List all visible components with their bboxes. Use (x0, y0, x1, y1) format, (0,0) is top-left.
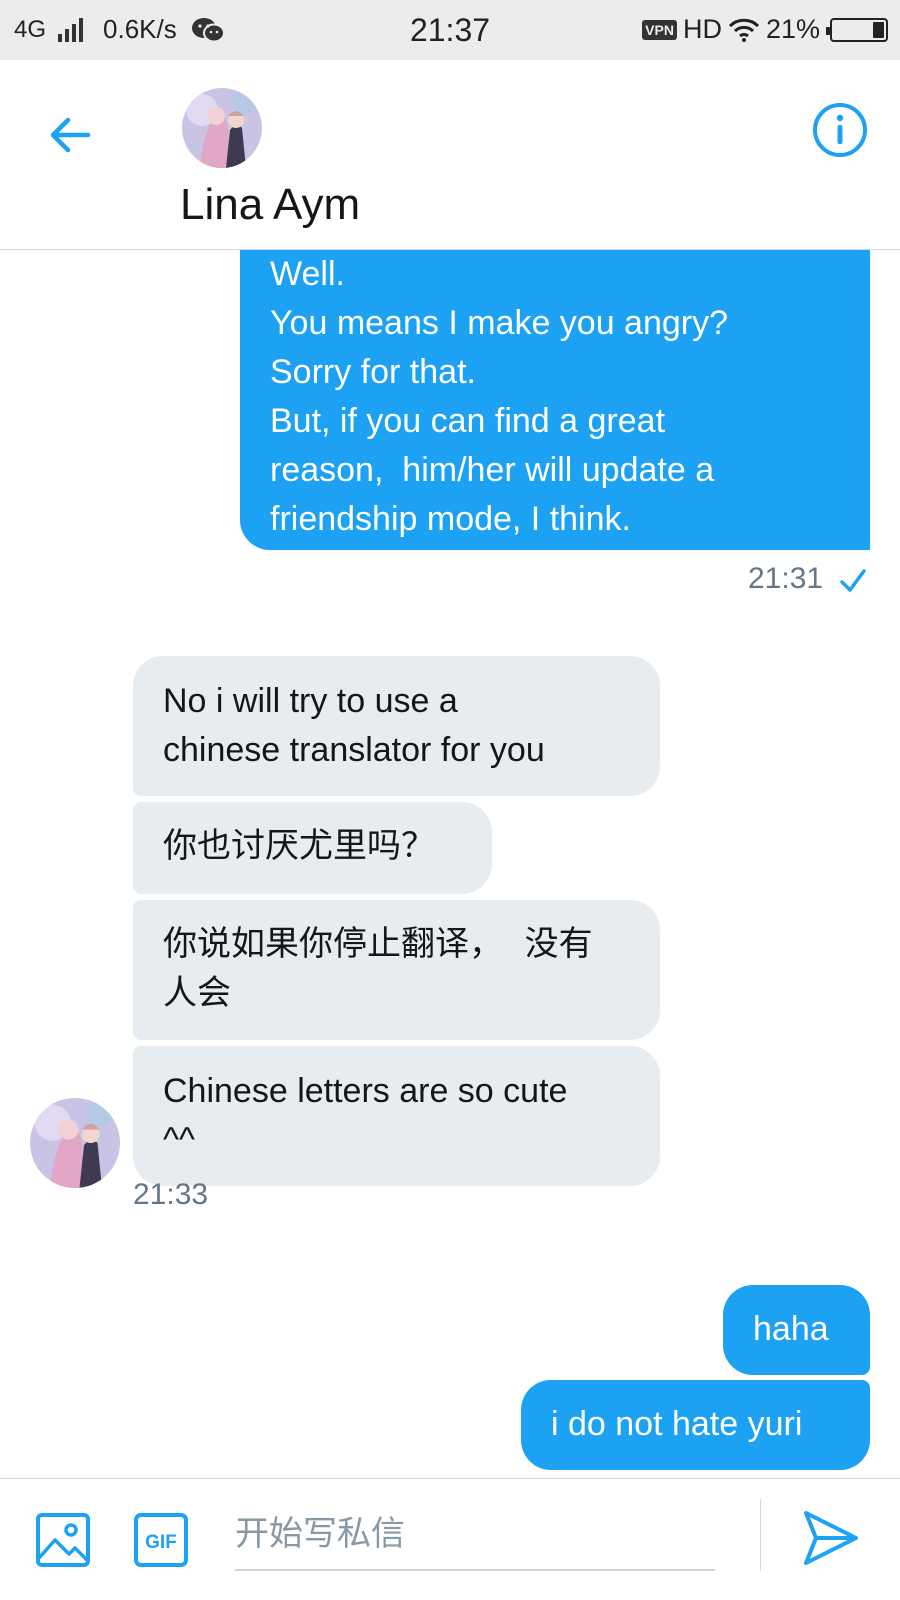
battery-percent: 21% (765, 14, 820, 44)
status-left: 4G 0.6K/s (14, 14, 225, 45)
message-composer: GIF (0, 1478, 900, 1600)
signal-icon (58, 17, 84, 42)
received-message[interactable]: 你也讨厌尤里吗？ (133, 802, 492, 894)
message-timestamp: 21:33 (133, 1178, 209, 1211)
sent-message[interactable]: Well. You means I make you angry? Sorry … (240, 250, 870, 550)
hd-label: HD (682, 14, 722, 44)
network-speed: 0.6K/s (103, 14, 177, 44)
gif-label: GIF (145, 1532, 177, 1553)
battery-icon (826, 17, 888, 42)
status-right: VPN HD 21% (642, 14, 888, 45)
vpn-badge: VPN (642, 19, 677, 40)
message-timestamp: 21:31 (748, 562, 824, 595)
back-button[interactable] (40, 105, 100, 165)
contact-name: Lina Aym (180, 180, 361, 229)
wifi-icon (728, 18, 760, 42)
received-message[interactable]: 你说如果你停止翻译， 没有 人会 (133, 900, 660, 1040)
network-type: 4G (14, 15, 47, 43)
composer-divider (760, 1499, 761, 1571)
message-thread[interactable]: Well. You means I make you angry? Sorry … (0, 250, 900, 1478)
sent-message[interactable]: i do not hate yuri (521, 1380, 870, 1470)
gif-button[interactable]: GIF (133, 1512, 189, 1568)
info-button[interactable] (810, 100, 870, 160)
checkmark-icon (840, 569, 866, 592)
arrow-left-icon (50, 117, 91, 153)
wechat-icon (191, 17, 225, 42)
conversation-header: Lina Aym (0, 60, 900, 250)
contact-avatar[interactable] (182, 88, 262, 168)
status-bar: 4G 0.6K/s 21:37 VPN HD 21% (0, 0, 900, 60)
info-icon (813, 103, 867, 157)
sent-message[interactable]: haha (723, 1285, 870, 1375)
received-message[interactable]: No i will try to use a chinese translato… (133, 656, 660, 796)
message-input[interactable] (235, 1499, 715, 1571)
image-icon[interactable] (35, 1512, 91, 1568)
sender-avatar[interactable] (30, 1098, 120, 1188)
send-icon[interactable] (800, 1507, 862, 1569)
received-message[interactable]: Chinese letters are so cute ^^ (133, 1046, 660, 1186)
